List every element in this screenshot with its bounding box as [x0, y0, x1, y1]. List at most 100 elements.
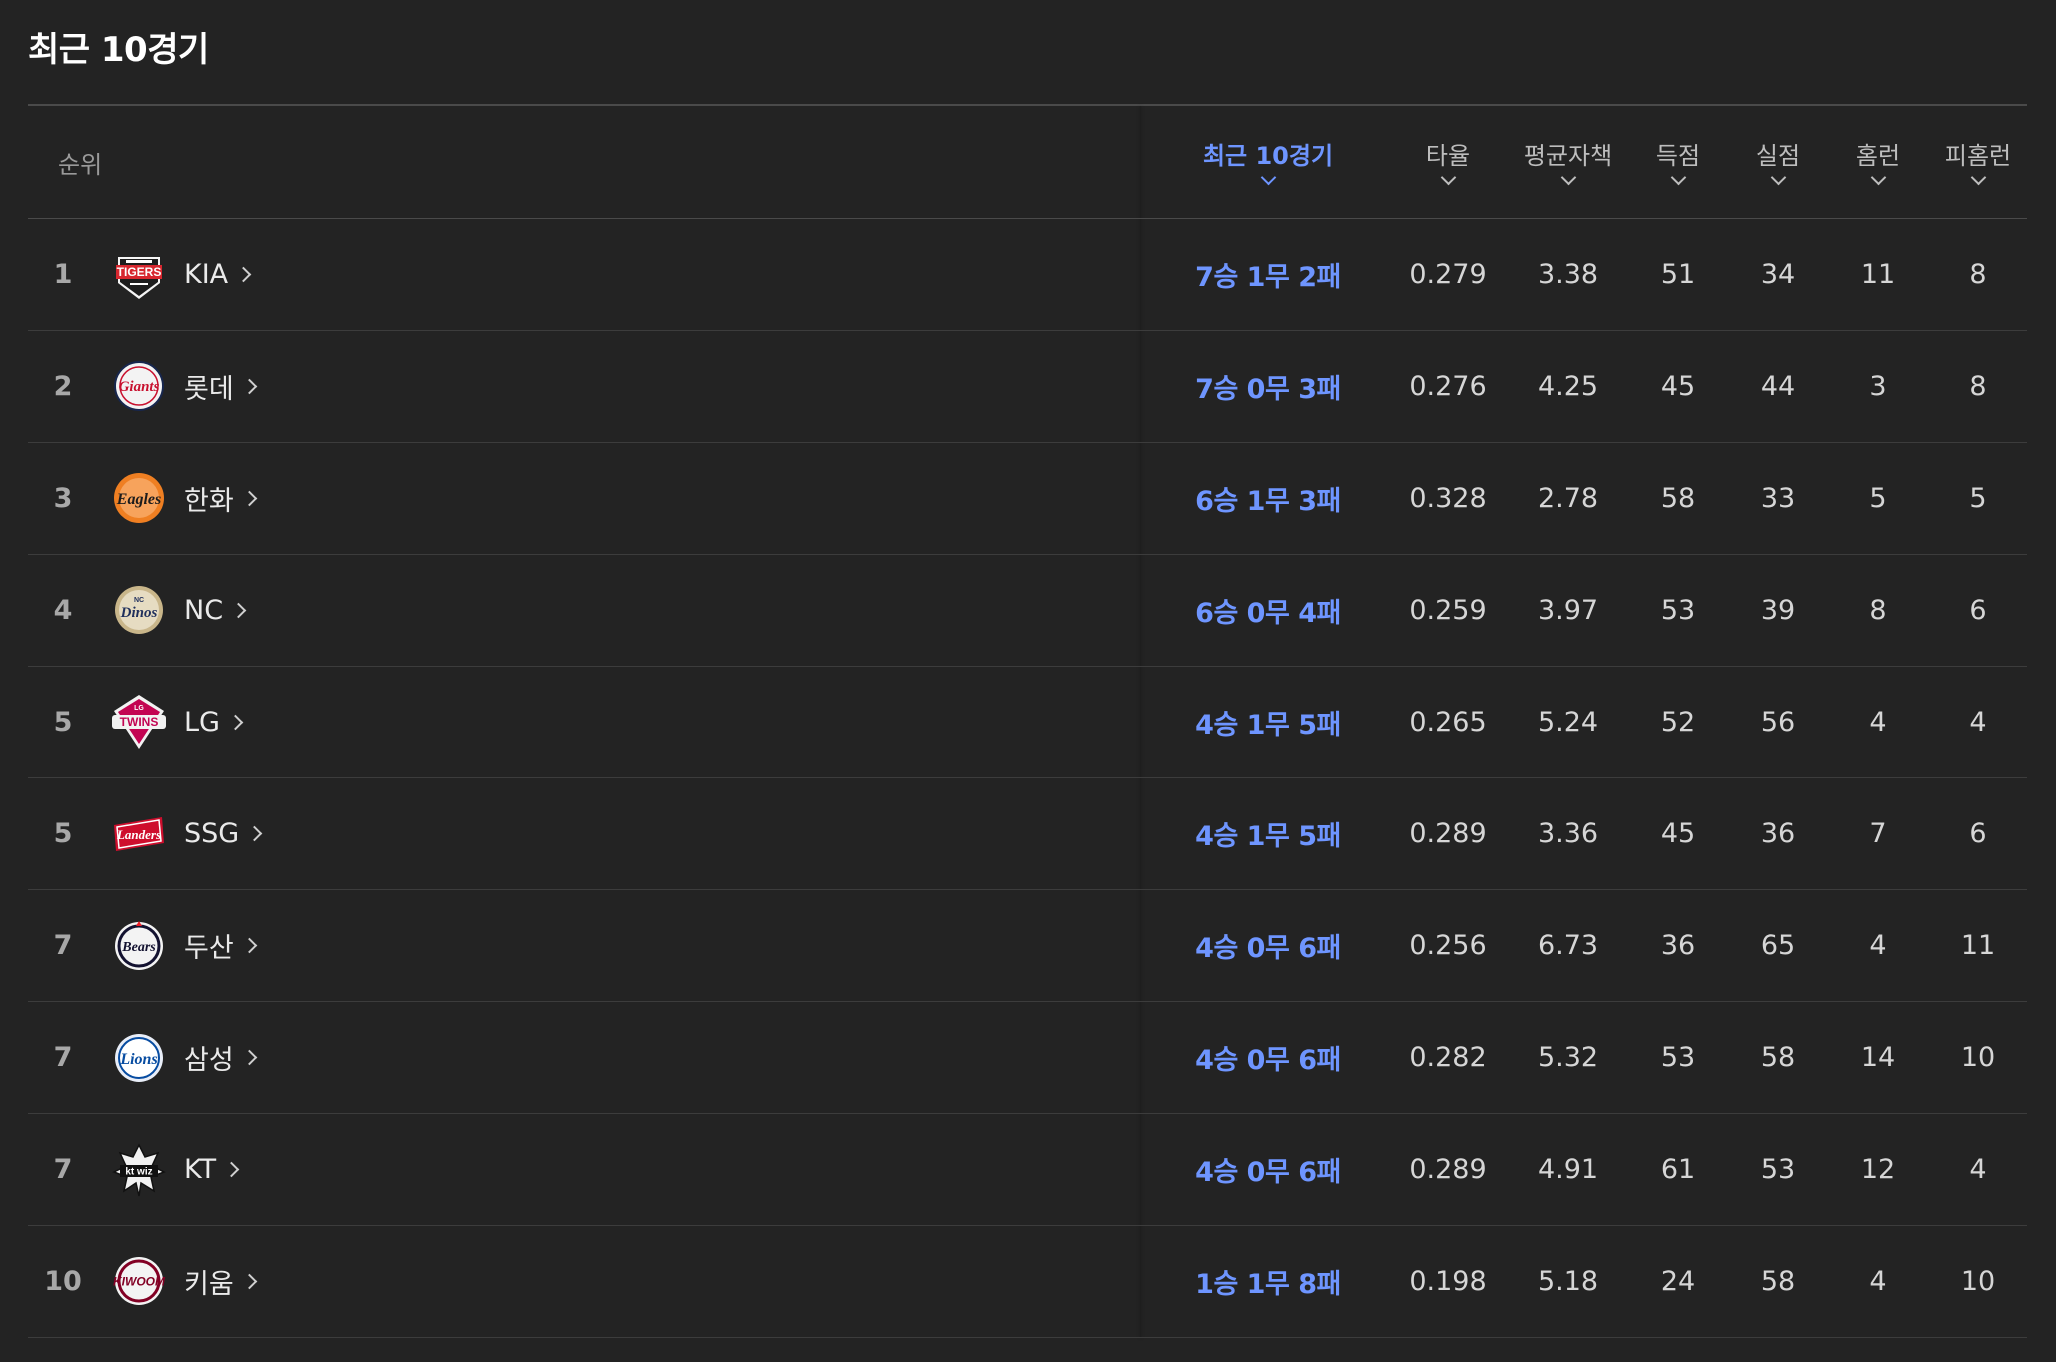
era-cell: 3.36	[1537, 818, 1599, 850]
team-name: 두산	[184, 926, 257, 965]
sort-era[interactable]: 평균자책	[1508, 106, 1628, 218]
team-name: KIA	[184, 258, 252, 290]
svg-text:LG: LG	[134, 705, 144, 712]
home-runs-allowed-cell: 4	[1969, 706, 1987, 738]
team-name-label: KIA	[184, 258, 229, 290]
team-link[interactable]: Eagles 한화	[108, 443, 257, 554]
era-cell: 6.73	[1537, 930, 1599, 962]
team-name-label: 한화	[184, 485, 234, 517]
doosan-bears-logo: Bears	[108, 915, 170, 977]
era-cell: 5.32	[1537, 1042, 1599, 1074]
home-runs-cell: 12	[1860, 1154, 1896, 1186]
chevron-right-icon	[230, 602, 247, 618]
era-cell: 5.18	[1537, 1265, 1599, 1297]
rank-cell: 3	[53, 482, 73, 514]
runs-allowed-cell: 39	[1760, 594, 1796, 626]
team-name: SSG	[184, 818, 263, 850]
chevron-down-icon	[1870, 169, 1886, 185]
runs-allowed-cell: 33	[1760, 482, 1796, 514]
runs-scored-cell: 58	[1660, 482, 1696, 514]
team-link[interactable]: Bears 두산	[108, 890, 257, 1001]
team-link[interactable]: NC Dinos NC	[108, 555, 247, 666]
section-title: 최근 10경기	[28, 30, 209, 70]
runs-allowed-cell: 58	[1760, 1265, 1796, 1297]
team-name-label: SSG	[184, 818, 240, 850]
team-name-label: KT	[184, 1154, 217, 1186]
home-runs-allowed-cell: 6	[1969, 594, 1987, 626]
recent-record-cell: 7승 0무 3패	[1195, 373, 1341, 405]
recent-record-cell: 4승 0무 6패	[1195, 1045, 1341, 1077]
sort-runs-scored[interactable]: 득점	[1628, 106, 1728, 218]
rank-cell: 10	[44, 1265, 82, 1297]
team-link[interactable]: KIWOOM 키움	[108, 1226, 257, 1337]
svg-text:Giants: Giants	[119, 379, 160, 395]
rank-cell: 5	[53, 818, 73, 850]
table-body: 1 TIGERS KIA 7승 1무 2패 0.279 3.38 51 34 11 8 2 Giant…	[28, 219, 2027, 1338]
runs-scored-cell: 24	[1660, 1265, 1696, 1297]
recent-record-cell: 4승 1무 5패	[1195, 821, 1341, 853]
sort-home-runs[interactable]: 홈런	[1828, 106, 1928, 218]
batting-average-cell: 0.265	[1409, 706, 1487, 738]
sort-batting-average[interactable]: 타율	[1388, 106, 1508, 218]
table-row: 5 Landers SSG 4승 1무 5패 0.289 3.36 45 36 7 6	[28, 778, 2027, 891]
batting-average-cell: 0.256	[1409, 930, 1487, 962]
era-cell: 3.97	[1537, 594, 1599, 626]
rank-cell: 2	[53, 370, 73, 402]
sort-home-runs-allowed[interactable]: 피홈런	[1928, 106, 2028, 218]
team-link[interactable]: Lions 삼성	[108, 1002, 257, 1113]
runs-scored-cell: 53	[1660, 1042, 1696, 1074]
team-link[interactable]: Landers SSG	[108, 778, 263, 889]
rank-cell: 7	[53, 1042, 73, 1074]
team-name: 롯데	[184, 367, 257, 406]
team-name-label: 키움	[184, 1268, 234, 1300]
recent-record-cell: 4승 0무 6패	[1195, 1157, 1341, 1189]
sort-runs-allowed[interactable]: 실점	[1728, 106, 1828, 218]
runs-allowed-cell: 65	[1760, 930, 1796, 962]
table-row: 3 Eagles 한화 6승 1무 3패 0.328 2.78 58 33 5 5	[28, 443, 2027, 555]
runs-allowed-cell: 36	[1760, 818, 1796, 850]
team-link[interactable]: Giants 롯데	[108, 331, 257, 442]
home-runs-cell: 3	[1869, 370, 1887, 402]
batting-average-cell: 0.279	[1409, 258, 1487, 290]
svg-text:Dinos: Dinos	[120, 605, 158, 621]
home-runs-allowed-cell: 10	[1960, 1042, 1996, 1074]
runs-scored-cell: 53	[1660, 594, 1696, 626]
era-cell: 4.25	[1537, 370, 1599, 402]
samsung-lions-logo: Lions	[108, 1027, 170, 1089]
runs-scored-cell: 51	[1660, 258, 1696, 290]
svg-text:Bears: Bears	[121, 940, 156, 955]
home-runs-cell: 8	[1869, 594, 1887, 626]
home-runs-allowed-cell: 6	[1969, 818, 1987, 850]
chevron-right-icon	[235, 266, 252, 283]
team-link[interactable]: TWINS LG LG	[108, 667, 244, 778]
batting-average-cell: 0.328	[1409, 482, 1487, 514]
rank-cell: 5	[53, 706, 73, 738]
home-runs-allowed-cell: 10	[1960, 1265, 1996, 1297]
team-link[interactable]: TIGERS KIA	[108, 219, 252, 330]
home-runs-cell: 4	[1869, 706, 1887, 738]
team-link[interactable]: kt wiz KT	[108, 1114, 240, 1225]
header-recent-label: 최근 10경기	[1202, 141, 1334, 170]
chevron-right-icon	[241, 490, 257, 506]
header-hr-label: 홈런	[1855, 141, 1901, 170]
runs-scored-cell: 36	[1660, 930, 1696, 962]
chevron-down-icon	[1670, 169, 1686, 185]
table-row: 7 Bears 두산 4승 0무 6패 0.256 6.73 36 65 4 11	[28, 890, 2027, 1003]
svg-text:Landers: Landers	[116, 827, 161, 842]
chevron-right-icon	[227, 714, 244, 730]
header-hra-label: 피홈런	[1944, 141, 2012, 170]
era-cell: 5.24	[1537, 706, 1599, 738]
recent-record-cell: 6승 0무 4패	[1195, 597, 1341, 629]
chevron-right-icon	[241, 378, 257, 395]
nc-dinos-logo: NC Dinos	[108, 579, 170, 641]
runs-scored-cell: 61	[1660, 1154, 1696, 1186]
svg-text:Eagles: Eagles	[116, 491, 161, 508]
home-runs-cell: 4	[1869, 930, 1887, 962]
rank-cell: 7	[53, 930, 73, 962]
sort-recent-10-games[interactable]: 최근 10경기	[1148, 106, 1388, 218]
header-era-label: 평균자책	[1523, 141, 1613, 170]
home-runs-allowed-cell: 5	[1969, 482, 1987, 514]
runs-allowed-cell: 53	[1760, 1154, 1796, 1186]
chevron-down-icon	[1970, 169, 1986, 185]
lotte-giants-logo: Giants	[108, 355, 170, 417]
